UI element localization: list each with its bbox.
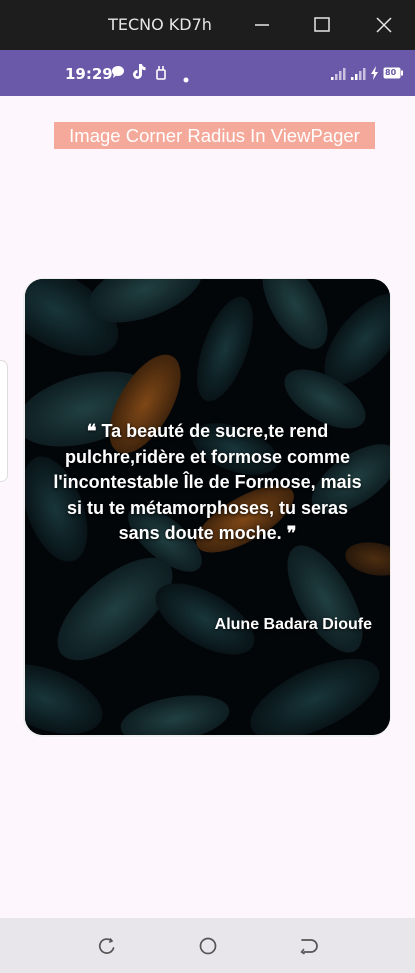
quote-open-icon: ❝ [86, 421, 97, 441]
viewpager-image-card[interactable]: ❝ Ta beauté de sucre,te rend pulchre,rid… [25, 279, 390, 735]
notification-dot-icon [183, 70, 189, 88]
viewpager-previous-page[interactable] [0, 360, 8, 482]
back-icon[interactable] [298, 935, 320, 957]
quote-text: ❝ Ta beauté de sucre,te rend pulchre,rid… [45, 419, 370, 547]
navigation-bar [0, 918, 415, 973]
status-time: 19:29 [65, 65, 113, 83]
signal-2-icon [351, 67, 367, 85]
quote-body: Ta beauté de sucre,te rend pulchre,ridèr… [53, 421, 362, 543]
signal-1-icon [331, 67, 347, 85]
quote-author: Alune Badara Dioufe [214, 616, 372, 633]
charging-icon [370, 66, 380, 85]
tiktok-icon [131, 63, 147, 86]
window-title-bar: TECNO KD7h [0, 0, 415, 50]
close-icon[interactable] [369, 10, 399, 40]
page-title: Image Corner Radius In ViewPager [54, 122, 375, 149]
chat-bubble-icon [110, 64, 126, 85]
quote-close-icon: ❞ [286, 523, 297, 543]
status-bar: 19:29 [0, 50, 415, 96]
maximize-icon[interactable] [307, 10, 337, 40]
minimize-icon[interactable] [247, 10, 277, 40]
usb-debug-icon [154, 64, 168, 86]
battery-level: 80 [385, 68, 397, 77]
recents-icon[interactable] [96, 935, 118, 957]
home-icon[interactable] [197, 935, 219, 957]
